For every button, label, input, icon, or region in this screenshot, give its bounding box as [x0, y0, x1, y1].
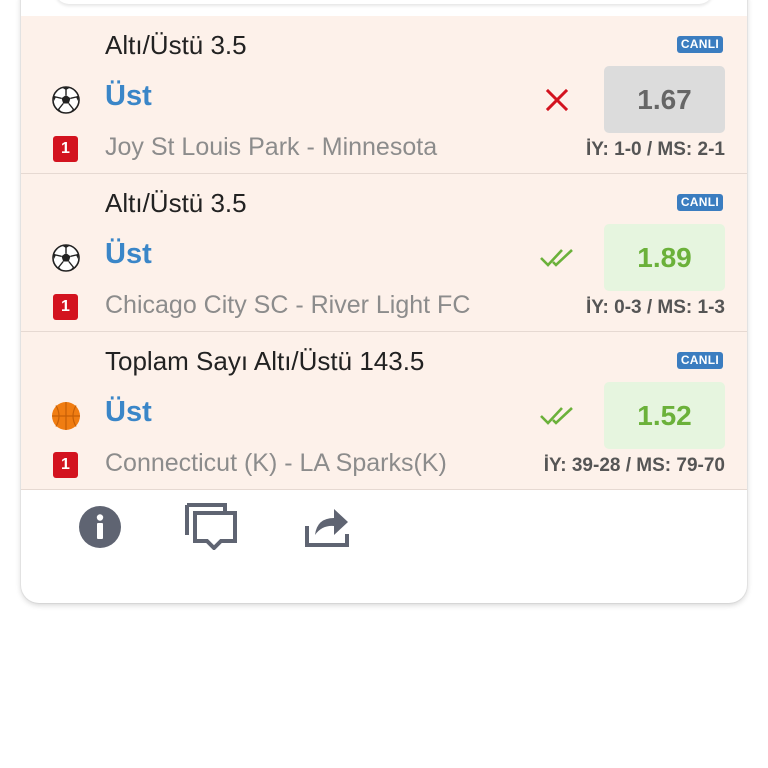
match-score: İY: 0-3 / MS: 1-3: [585, 297, 725, 318]
coupon-card: Altı/Üstü 3.5 CANLI Üst 1.67 1 Joy St Lo…: [21, 0, 747, 603]
red-card-badge: 1: [53, 136, 78, 162]
card-top-strip: [21, 0, 747, 16]
soccer-ball-icon: [52, 244, 80, 272]
comments-icon[interactable]: [184, 502, 240, 550]
live-badge: CANLI: [676, 194, 723, 211]
match-score: İY: 1-0 / MS: 2-1: [585, 139, 725, 160]
info-icon[interactable]: [78, 505, 122, 549]
selection-pick: Üst: [105, 396, 152, 428]
basketball-icon: [52, 402, 80, 430]
match-teams: Chicago City SC - River Light FC: [105, 291, 471, 319]
market-name: Altı/Üstü 3.5: [105, 188, 247, 218]
live-badge: CANLI: [676, 352, 723, 369]
match-score: İY: 39-28 / MS: 79-70: [543, 455, 725, 476]
market-name: Altı/Üstü 3.5: [105, 30, 247, 60]
share-icon[interactable]: [304, 504, 350, 548]
live-badge: CANLI: [676, 36, 723, 53]
match-teams: Joy St Louis Park - Minnesota: [105, 133, 438, 161]
double-check-icon: [540, 249, 573, 267]
red-card-badge: 1: [53, 294, 78, 320]
odd-value[interactable]: 1.89: [604, 224, 725, 291]
selection-pick: Üst: [105, 238, 152, 270]
bet-row[interactable]: Toplam Sayı Altı/Üstü 143.5 CANLI Üst 1.…: [21, 332, 747, 490]
match-teams: Connecticut (K) - LA Sparks(K): [105, 449, 447, 477]
odd-value[interactable]: 1.52: [604, 382, 725, 449]
market-name: Toplam Sayı Altı/Üstü 143.5: [105, 346, 425, 376]
odd-value[interactable]: 1.67: [604, 66, 725, 133]
bet-row[interactable]: Altı/Üstü 3.5 CANLI Üst 1.89 1 Chicago C…: [21, 174, 747, 332]
x-mark-icon: [545, 88, 569, 112]
soccer-ball-icon: [52, 86, 80, 114]
selection-pick: Üst: [105, 80, 152, 112]
red-card-badge: 1: [53, 452, 78, 478]
bet-row[interactable]: Altı/Üstü 3.5 CANLI Üst 1.67 1 Joy St Lo…: [21, 16, 747, 174]
double-check-icon: [540, 407, 573, 425]
coupon-actions: [21, 488, 747, 568]
